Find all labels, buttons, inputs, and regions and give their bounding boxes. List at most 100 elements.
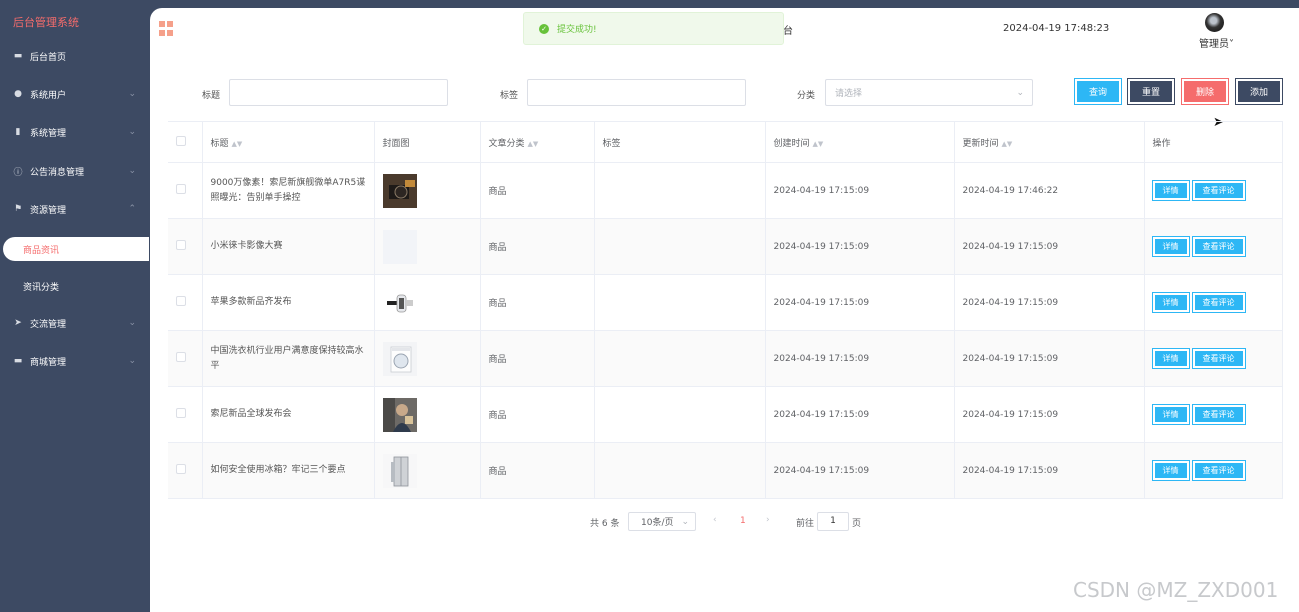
row-checkbox[interactable] bbox=[176, 184, 186, 194]
detail-button[interactable]: 详情 bbox=[1152, 293, 1189, 312]
sidebar-item-label: 系统管理 bbox=[30, 128, 67, 139]
sort-icon[interactable]: ▲▼ bbox=[1002, 140, 1013, 148]
row-title: 小米徕卡影像大赛 bbox=[210, 241, 283, 251]
page-suffix-label: 页 bbox=[852, 519, 862, 529]
detail-button[interactable]: 详情 bbox=[1152, 461, 1189, 480]
next-page-icon[interactable]: › bbox=[766, 515, 770, 525]
view-comments-button[interactable]: 查看评论 bbox=[1192, 349, 1245, 368]
cover-image-washer bbox=[382, 341, 417, 376]
bar-chart-icon: ▮ bbox=[15, 127, 21, 137]
sidebar-item-shop[interactable]: ▬ 商城管理 ⌄ bbox=[0, 351, 150, 371]
chevron-down-icon: ⌄ bbox=[128, 89, 136, 99]
row-tag bbox=[594, 218, 766, 275]
sidebar-item-system-manage[interactable]: ▮ 系统管理 ⌄ bbox=[0, 122, 150, 142]
row-checkbox[interactable] bbox=[176, 240, 186, 250]
goto-label: 前往 bbox=[796, 519, 815, 529]
table-row[interactable]: 苹果多款新品齐发布 商品 2024-04-19 17:15:09 2024-04… bbox=[168, 274, 1283, 331]
current-datetime: 2024-04-19 17:48:23 bbox=[1003, 23, 1110, 34]
column-header-updated[interactable]: 更新时间 ▲▼ bbox=[954, 121, 1145, 163]
caret-down-icon: ˅ bbox=[1229, 39, 1234, 50]
view-comments-button[interactable]: 查看评论 bbox=[1192, 293, 1245, 312]
row-checkbox[interactable] bbox=[176, 352, 186, 362]
column-header-category[interactable]: 文章分类 ▲▼ bbox=[480, 121, 595, 163]
watermark: CSDN @MZ_ZXD001 bbox=[1073, 578, 1279, 602]
sidebar-item-communication[interactable]: ➤ 交流管理 ⌄ bbox=[0, 313, 150, 333]
select-all-checkbox[interactable] bbox=[176, 135, 186, 146]
sidebar-subitem-label: 商品资讯 bbox=[23, 245, 60, 256]
detail-button[interactable]: 详情 bbox=[1152, 349, 1189, 368]
goto-page-input[interactable]: 1 bbox=[817, 512, 849, 531]
detail-button[interactable]: 详情 bbox=[1152, 181, 1189, 200]
sidebar-subitem-news-category[interactable]: 资讯分类 bbox=[0, 276, 150, 296]
table-row[interactable]: 9000万像素！索尼新旗舰微单A7R5谍照曝光：告别单手操控 商品 2024-0… bbox=[168, 162, 1283, 219]
query-button[interactable]: 查询 bbox=[1075, 79, 1121, 104]
column-header-title[interactable]: 标题 ▲▼ bbox=[202, 121, 375, 163]
table-row[interactable]: 如何安全使用冰箱？牢记三个要点 商品 2024-04-19 17:15:09 2… bbox=[168, 442, 1283, 499]
column-header-cover: 封面图 bbox=[374, 121, 481, 163]
row-checkbox[interactable] bbox=[176, 296, 186, 306]
title-input[interactable] bbox=[229, 79, 448, 106]
view-comments-button[interactable]: 查看评论 bbox=[1192, 405, 1245, 424]
send-icon: ➤ bbox=[14, 318, 22, 328]
tag-label: 标签 bbox=[500, 91, 519, 101]
page-size-select[interactable]: 10条/页 ⌄ bbox=[628, 512, 696, 531]
row-title: 索尼新品全球发布会 bbox=[210, 409, 292, 419]
tab-fragment: 台 bbox=[783, 26, 793, 37]
success-toast: ✓ 提交成功! bbox=[523, 12, 784, 45]
row-title: 中国洗衣机行业用户满意度保持较高水平 bbox=[210, 345, 364, 371]
sidebar-item-label: 后台首页 bbox=[30, 52, 67, 63]
sidebar-item-resources[interactable]: ⚑ 资源管理 ⌃ bbox=[0, 199, 150, 219]
sidebar-item-label: 交流管理 bbox=[30, 319, 67, 330]
user-menu[interactable]: 管理员˅ bbox=[1199, 35, 1234, 50]
row-checkbox[interactable] bbox=[176, 464, 186, 474]
add-button[interactable]: 添加 bbox=[1236, 79, 1282, 104]
row-updated: 2024-04-19 17:15:09 bbox=[954, 218, 1145, 275]
sidebar-subitem-label: 资讯分类 bbox=[23, 282, 60, 293]
detail-button[interactable]: 详情 bbox=[1152, 405, 1189, 424]
sidebar-item-home[interactable]: ▬ 后台首页 bbox=[0, 46, 150, 66]
reset-button[interactable]: 重置 bbox=[1128, 79, 1174, 104]
sidebar-subitem-product-news[interactable]: 商品资讯 bbox=[3, 237, 149, 261]
tag-input[interactable] bbox=[527, 79, 746, 106]
flag-icon: ⚑ bbox=[13, 204, 23, 214]
title-label: 标题 bbox=[202, 91, 221, 101]
row-category: 商品 bbox=[480, 162, 595, 219]
detail-button[interactable]: 详情 bbox=[1152, 237, 1189, 256]
row-title: 苹果多款新品齐发布 bbox=[210, 297, 292, 307]
view-comments-button[interactable]: 查看评论 bbox=[1192, 181, 1245, 200]
row-checkbox[interactable] bbox=[176, 408, 186, 418]
delete-button[interactable]: 删除 bbox=[1182, 79, 1228, 104]
sidebar-item-notice[interactable]: ⓘ 公告消息管理 ⌄ bbox=[0, 161, 150, 181]
sidebar-item-label: 系统用户 bbox=[30, 90, 67, 101]
sort-icon[interactable]: ▲▼ bbox=[232, 140, 243, 148]
menu-grid-icon[interactable] bbox=[159, 21, 174, 36]
table-row[interactable]: 小米徕卡影像大赛 商品 2024-04-19 17:15:09 2024-04-… bbox=[168, 218, 1283, 275]
chevron-down-icon: ⌄ bbox=[128, 318, 136, 328]
row-category: 商品 bbox=[480, 218, 595, 275]
view-comments-button[interactable]: 查看评论 bbox=[1192, 461, 1245, 480]
chevron-down-icon: ⌄ bbox=[681, 516, 689, 527]
page-number-current[interactable]: 1 bbox=[740, 516, 746, 526]
row-tag bbox=[594, 274, 766, 331]
table-row[interactable]: 索尼新品全球发布会 商品 2024-04-19 17:15:09 2024-04… bbox=[168, 386, 1283, 443]
sidebar-item-label: 资源管理 bbox=[30, 205, 67, 216]
row-updated: 2024-04-19 17:15:09 bbox=[954, 330, 1145, 387]
row-updated: 2024-04-19 17:15:09 bbox=[954, 442, 1145, 499]
select-all-cell[interactable] bbox=[168, 121, 203, 163]
avatar[interactable] bbox=[1205, 13, 1224, 32]
category-placeholder: 请选择 bbox=[835, 89, 863, 99]
view-comments-button[interactable]: 查看评论 bbox=[1192, 237, 1245, 256]
sort-icon[interactable]: ▲▼ bbox=[528, 140, 539, 148]
table-row[interactable]: 中国洗衣机行业用户满意度保持较高水平 商品 2024-04-19 17:15:0… bbox=[168, 330, 1283, 387]
row-created: 2024-04-19 17:15:09 bbox=[765, 218, 955, 275]
user-icon: ● bbox=[14, 89, 22, 99]
sort-icon[interactable]: ▲▼ bbox=[813, 140, 824, 148]
sidebar-item-system-users[interactable]: ● 系统用户 ⌄ bbox=[0, 84, 150, 104]
row-title: 如何安全使用冰箱？牢记三个要点 bbox=[210, 465, 346, 475]
prev-page-icon[interactable]: ‹ bbox=[713, 515, 717, 525]
row-created: 2024-04-19 17:15:09 bbox=[765, 330, 955, 387]
row-tag bbox=[594, 442, 766, 499]
toast-message: 提交成功! bbox=[557, 25, 597, 35]
column-header-created[interactable]: 创建时间 ▲▼ bbox=[765, 121, 955, 163]
category-select[interactable]: 请选择 ⌄ bbox=[825, 79, 1033, 106]
